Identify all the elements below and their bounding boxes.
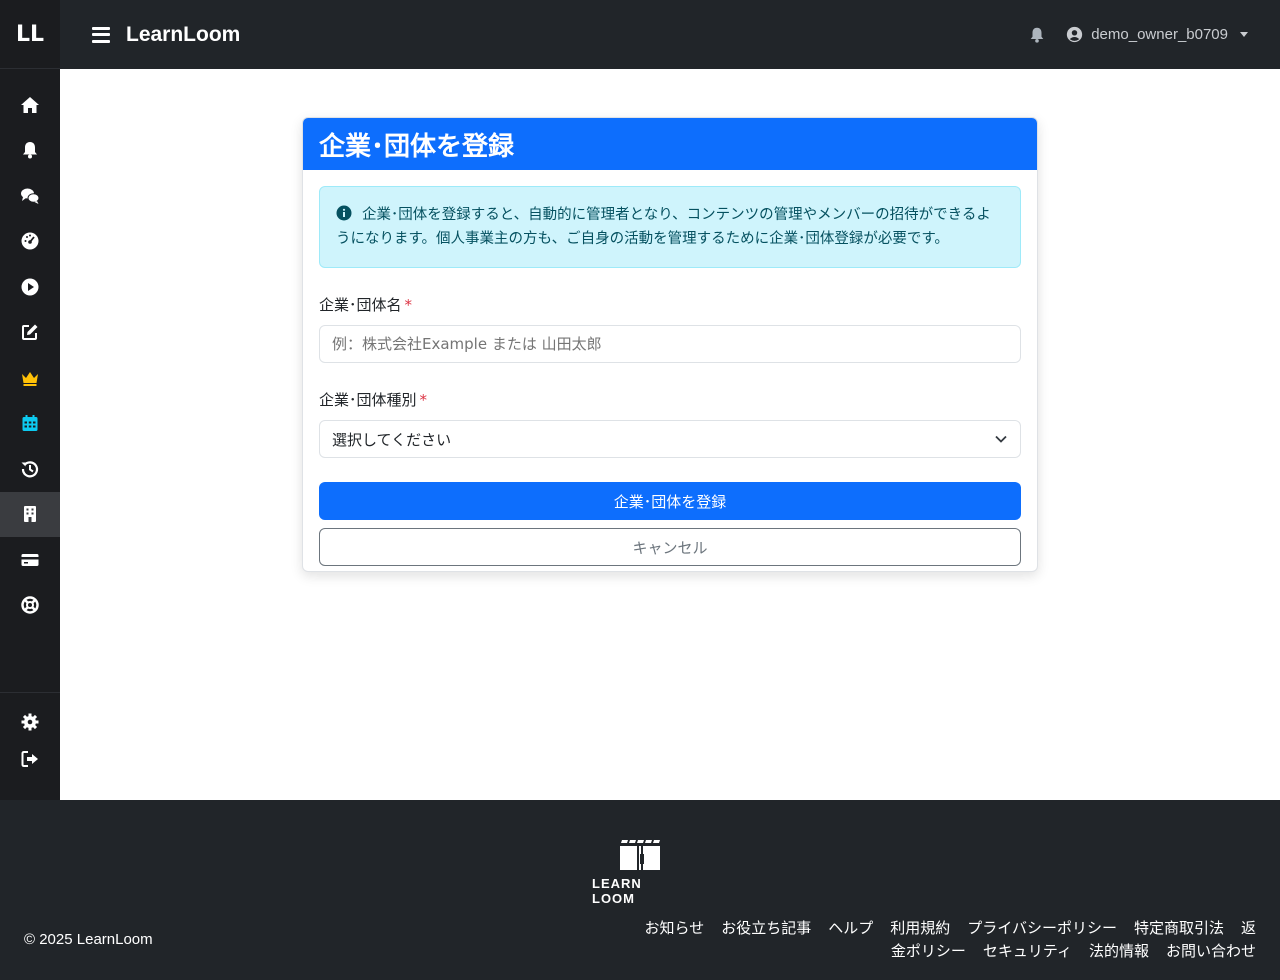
hamburger-line bbox=[92, 39, 110, 43]
edit-icon bbox=[22, 324, 38, 341]
sidebar-nav bbox=[0, 82, 60, 628]
gear-icon bbox=[21, 713, 39, 730]
history-icon bbox=[21, 461, 39, 478]
caret-down-icon bbox=[1240, 32, 1248, 37]
organization-type-label-text: 企業･団体種別 bbox=[319, 391, 417, 409]
cancel-button[interactable]: キャンセル bbox=[319, 528, 1021, 566]
sidebar-item-premium[interactable] bbox=[0, 355, 60, 401]
notification-bell-icon[interactable] bbox=[1028, 26, 1046, 44]
sidebar-item-settings[interactable] bbox=[0, 703, 60, 740]
hamburger-line bbox=[92, 26, 110, 30]
user-circle-icon bbox=[1067, 26, 1083, 43]
footer-logo[interactable]: LEARN LOOM bbox=[592, 838, 688, 906]
footer-link-privacy[interactable]: プライバシーポリシー bbox=[967, 919, 1117, 937]
card-body: 企業･団体を登録すると、自動的に管理者となり、コンテンツの管理やメンバーの招待が… bbox=[303, 170, 1037, 571]
copyright: © 2025 LearnLoom bbox=[24, 931, 153, 948]
bell-icon bbox=[23, 142, 37, 159]
sidebar-item-billing[interactable] bbox=[0, 537, 60, 583]
sidebar-item-logout[interactable] bbox=[0, 740, 60, 777]
username: demo_owner_b0709 bbox=[1091, 26, 1228, 43]
sidebar-item-edit[interactable] bbox=[0, 310, 60, 356]
info-circle-icon bbox=[336, 205, 352, 221]
comments-icon bbox=[21, 188, 40, 204]
info-alert: 企業･団体を登録すると、自動的に管理者となり、コンテンツの管理やメンバーの招待が… bbox=[319, 186, 1021, 268]
required-mark: * bbox=[419, 391, 428, 409]
organization-name-label: 企業･団体名 * bbox=[319, 294, 1021, 315]
sidebar: LL bbox=[0, 0, 60, 800]
organization-name-label-text: 企業･団体名 bbox=[319, 296, 402, 314]
card-title: 企業･団体を登録 bbox=[303, 118, 1037, 170]
organization-name-input[interactable] bbox=[319, 325, 1021, 363]
footer-link-security[interactable]: セキュリティ bbox=[983, 942, 1072, 960]
calendar-icon bbox=[22, 415, 38, 432]
brand-title[interactable]: LearnLoom bbox=[126, 23, 240, 47]
building-icon bbox=[24, 506, 36, 523]
footer-link-news[interactable]: お知らせ bbox=[645, 919, 705, 937]
top-header: LearnLoom demo_owner_b0709 bbox=[60, 0, 1280, 69]
footer-logo-text: LEARN LOOM bbox=[592, 876, 642, 906]
sidebar-item-dashboard[interactable] bbox=[0, 219, 60, 265]
sidebar-item-organization[interactable] bbox=[0, 491, 60, 537]
required-mark: * bbox=[404, 296, 413, 314]
credit-card-icon bbox=[21, 553, 39, 566]
footer-links: お知らせ お役立ち記事 ヘルプ 利用規約 プライバシーポリシー 特定商取引法 返金ポリシーセ… bbox=[616, 917, 1256, 963]
footer-link-articles[interactable]: お役立ち記事 bbox=[721, 919, 811, 937]
footer-link-help[interactable]: ヘルプ bbox=[828, 919, 873, 937]
footer-link-contact[interactable]: お問い合わせ bbox=[1166, 942, 1256, 960]
header-actions: demo_owner_b0709 bbox=[1028, 26, 1248, 44]
home-icon bbox=[21, 96, 39, 113]
logout-icon bbox=[21, 750, 38, 767]
register-organization-button[interactable]: 企業･団体を登録 bbox=[319, 482, 1021, 520]
footer-link-commerce-law[interactable]: 特定商取引法 bbox=[1134, 919, 1224, 937]
dashboard-icon bbox=[21, 232, 39, 250]
organization-type-selected: 選択してください bbox=[332, 430, 452, 449]
footer-link-terms[interactable]: 利用規約 bbox=[890, 919, 950, 937]
info-alert-text: 企業･団体を登録すると、自動的に管理者となり、コンテンツの管理やメンバーの招待が… bbox=[336, 207, 991, 247]
chevron-down-icon bbox=[995, 435, 1007, 443]
footer-link-legal[interactable]: 法的情報 bbox=[1089, 942, 1149, 960]
user-menu-dropdown[interactable]: demo_owner_b0709 bbox=[1066, 26, 1248, 43]
sidebar-item-home[interactable] bbox=[0, 82, 60, 128]
organization-type-select[interactable]: 選択してください bbox=[319, 420, 1021, 458]
lifebuoy-icon bbox=[21, 596, 39, 614]
crown-icon bbox=[22, 371, 38, 386]
sidebar-logo[interactable]: LL bbox=[0, 0, 60, 69]
sidebar-item-notifications[interactable] bbox=[0, 128, 60, 174]
sidebar-item-calendar[interactable] bbox=[0, 401, 60, 447]
sidebar-item-messages[interactable] bbox=[0, 173, 60, 219]
play-icon bbox=[21, 278, 39, 296]
learnloom-logo-icon bbox=[620, 840, 660, 870]
sidebar-item-videos[interactable] bbox=[0, 264, 60, 310]
organization-type-label: 企業･団体種別 * bbox=[319, 389, 1021, 410]
menu-toggle-button[interactable] bbox=[92, 26, 110, 43]
sidebar-bottom bbox=[0, 692, 60, 777]
hamburger-line bbox=[92, 33, 110, 36]
register-organization-card: 企業･団体を登録 企業･団体を登録すると、自動的に管理者となり、コンテンツの管理… bbox=[302, 117, 1038, 572]
sidebar-item-history[interactable] bbox=[0, 446, 60, 492]
sidebar-item-support[interactable] bbox=[0, 583, 60, 629]
